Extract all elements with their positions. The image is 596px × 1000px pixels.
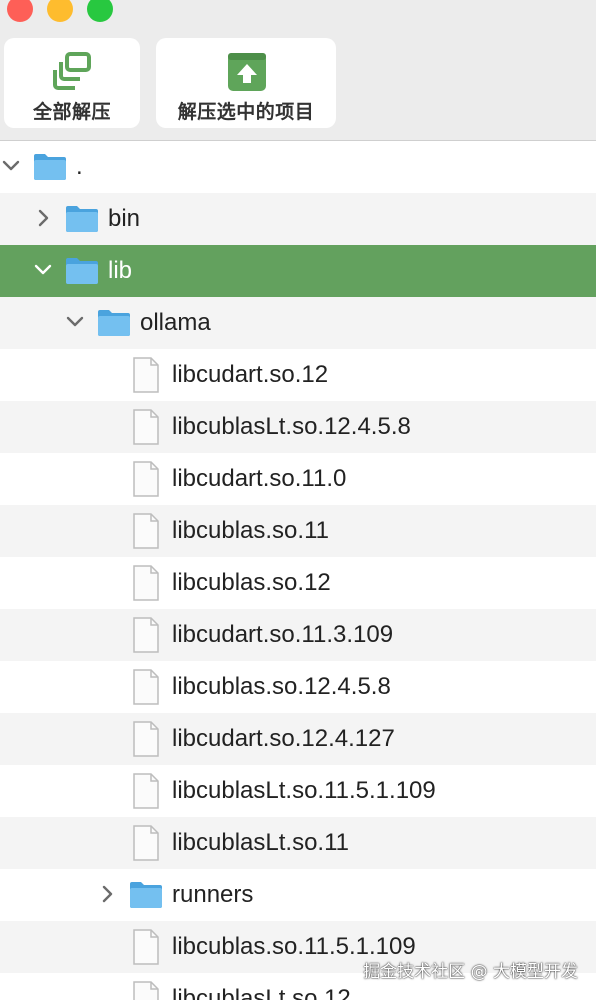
minimize-window-button[interactable] bbox=[47, 0, 73, 22]
chevron-down-icon[interactable] bbox=[64, 311, 86, 333]
tree-file-row[interactable]: libcublasLt.so.11.5.1.109 bbox=[0, 765, 596, 817]
folder-name: ollama bbox=[140, 309, 211, 336]
extract-all-button[interactable]: 全部解压 bbox=[4, 38, 140, 128]
file-tree: . bin lib ollama libcudart.so.12 libcublasLt.… bbox=[0, 141, 596, 1000]
file-name: libcublas.so.12 bbox=[172, 569, 331, 596]
tree-folder-row[interactable]: ollama bbox=[0, 297, 596, 349]
watermark: 掘金技术社区 @ 大模型开发 bbox=[363, 962, 578, 982]
file-name: libcublas.so.12.4.5.8 bbox=[172, 673, 391, 700]
toolbar: 全部解压 解压选中的项目 bbox=[0, 0, 596, 141]
tree-folder-row[interactable]: . bbox=[0, 141, 596, 193]
extract-selected-icon bbox=[228, 53, 266, 91]
file-icon bbox=[133, 565, 159, 601]
file-name: libcudart.so.11.3.109 bbox=[172, 621, 394, 648]
file-icon bbox=[133, 461, 159, 497]
file-name: libcublas.so.11 bbox=[172, 517, 329, 544]
file-name: libcublasLt.so.12.4.5.8 bbox=[172, 413, 411, 440]
tree-file-row[interactable]: libcudart.so.11.3.109 bbox=[0, 609, 596, 661]
extract-all-icon bbox=[53, 52, 91, 90]
folder-icon bbox=[130, 882, 162, 908]
folder-name: . bbox=[76, 153, 83, 180]
file-icon bbox=[133, 721, 159, 757]
file-icon bbox=[133, 981, 159, 1000]
file-icon bbox=[133, 357, 159, 393]
file-icon bbox=[133, 617, 159, 653]
tree-file-row[interactable]: libcudart.so.11.0 bbox=[0, 453, 596, 505]
file-name: libcublasLt.so.11.5.1.109 bbox=[172, 777, 436, 804]
zoom-window-button[interactable] bbox=[87, 0, 113, 22]
chevron-down-icon[interactable] bbox=[0, 155, 22, 177]
tree-file-row[interactable]: libcudart.so.12 bbox=[0, 349, 596, 401]
tree-file-row[interactable]: libcublas.so.12 bbox=[0, 557, 596, 609]
extract-all-label: 全部解压 bbox=[32, 102, 111, 123]
file-name: libcudart.so.11.0 bbox=[172, 465, 347, 492]
tree-folder-row[interactable]: runners bbox=[0, 869, 596, 921]
file-icon bbox=[133, 409, 159, 445]
tree-file-row[interactable]: libcublas.so.11 bbox=[0, 505, 596, 557]
file-name: libcudart.so.12.4.127 bbox=[172, 725, 395, 752]
folder-icon bbox=[98, 310, 130, 336]
file-name: libcudart.so.12 bbox=[172, 361, 329, 388]
tree-folder-row[interactable]: bin bbox=[0, 193, 596, 245]
close-window-button[interactable] bbox=[7, 0, 33, 22]
tree-file-row[interactable]: libcublas.so.12.4.5.8 bbox=[0, 661, 596, 713]
extract-selected-button[interactable]: 解压选中的项目 bbox=[156, 38, 336, 128]
folder-name: bin bbox=[108, 205, 141, 232]
tree-folder-row[interactable]: lib bbox=[0, 245, 596, 297]
file-icon bbox=[133, 929, 159, 965]
tree-file-row[interactable]: libcublasLt.so.11 bbox=[0, 817, 596, 869]
extract-selected-label: 解压选中的项目 bbox=[177, 102, 315, 123]
file-icon bbox=[133, 513, 159, 549]
file-icon bbox=[133, 669, 159, 705]
tree-file-row[interactable]: libcudart.so.12.4.127 bbox=[0, 713, 596, 765]
chevron-right-icon[interactable] bbox=[32, 207, 54, 229]
folder-icon bbox=[66, 258, 98, 284]
folder-icon bbox=[34, 154, 66, 180]
chevron-right-icon[interactable] bbox=[96, 883, 118, 905]
file-icon bbox=[133, 825, 159, 861]
folder-icon bbox=[66, 206, 98, 232]
tree-file-row[interactable]: libcublasLt.so.12.4.5.8 bbox=[0, 401, 596, 453]
folder-name: runners bbox=[172, 881, 254, 908]
file-name: libcublasLt.so.11 bbox=[172, 829, 349, 856]
file-name: libcublasLt.so.12 bbox=[172, 985, 351, 1000]
file-icon bbox=[133, 773, 159, 809]
folder-name: lib bbox=[108, 257, 133, 284]
chevron-down-icon[interactable] bbox=[32, 259, 54, 281]
